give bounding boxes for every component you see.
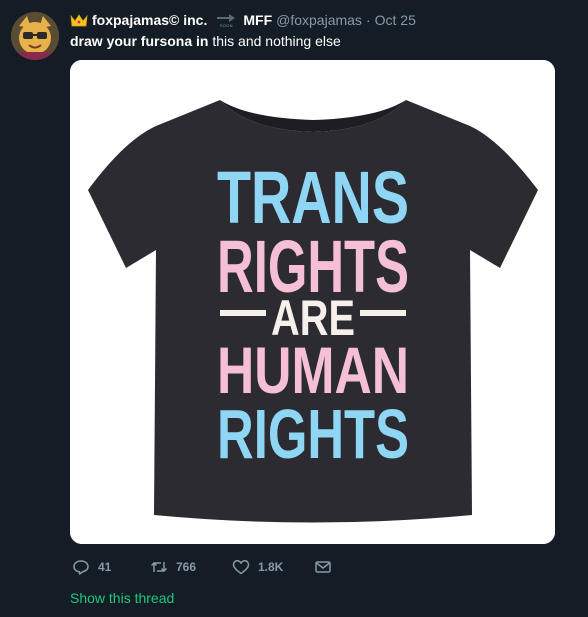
timestamp[interactable]: Oct 25 — [375, 12, 416, 28]
reply-icon — [73, 560, 89, 575]
avatar[interactable] — [11, 12, 59, 60]
retweet-button[interactable]: 766 — [150, 558, 196, 576]
display-name[interactable]: foxpajamas© inc. — [92, 12, 207, 28]
crown-icon — [70, 14, 88, 27]
coming-soon-badge: soon — [215, 13, 237, 28]
tweet-header: foxpajamas© inc. soon MFF @foxpajamas · … — [70, 11, 416, 29]
message-icon — [315, 561, 331, 573]
tshirt-image: TRANS RIGHTS ARE HUMAN RIGHTS — [70, 60, 555, 544]
separator: · — [365, 12, 371, 28]
shirt-line-5: RIGHTS — [217, 395, 409, 473]
tweet-text-rest: this and nothing else — [208, 33, 341, 49]
retweet-icon — [150, 561, 168, 573]
handle[interactable]: @foxpajamas — [276, 12, 362, 28]
coming-soon-arrow-icon — [217, 13, 236, 22]
tweet-text: draw your fursona in this and nothing el… — [70, 33, 341, 49]
badge-text: soon — [219, 22, 233, 28]
like-count: 1.8K — [258, 560, 284, 574]
tweet-media-image[interactable]: TRANS RIGHTS ARE HUMAN RIGHTS — [70, 60, 555, 544]
like-icon — [232, 560, 250, 575]
direct-message-button[interactable] — [314, 558, 332, 576]
show-thread-link[interactable]: Show this thread — [70, 590, 174, 606]
reply-count: 41 — [98, 560, 112, 574]
retweet-count: 766 — [176, 560, 197, 574]
tweet-text-bold: draw your fursona in — [70, 33, 209, 49]
tweet: foxpajamas© inc. soon MFF @foxpajamas · … — [0, 0, 588, 617]
reply-button[interactable]: 41 — [72, 558, 111, 576]
like-button[interactable]: 1.8K — [232, 558, 283, 576]
display-name-suffix[interactable]: MFF — [243, 12, 272, 28]
